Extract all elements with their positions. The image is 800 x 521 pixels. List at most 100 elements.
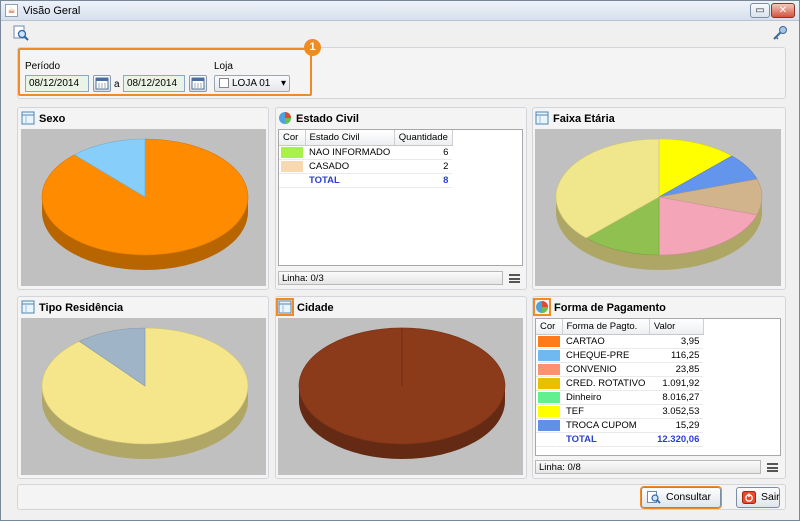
label-cell: TEF bbox=[562, 404, 650, 419]
color-swatch bbox=[538, 349, 560, 361]
table-row[interactable]: CARTAO 3,95 bbox=[536, 334, 704, 349]
col-header-quantidade[interactable]: Quantidade bbox=[394, 130, 453, 146]
grid-chart-icon bbox=[535, 111, 549, 125]
estado-civil-status: Linha: 0/3 bbox=[278, 271, 503, 285]
label-cell: TROCA CUPOM bbox=[562, 418, 650, 433]
grid-chart-icon bbox=[276, 298, 294, 316]
value-cell: 23,85 bbox=[649, 362, 704, 377]
value-cell: 8 bbox=[394, 173, 453, 188]
total-row[interactable]: TOTAL 8 bbox=[279, 173, 453, 188]
label-cell: TOTAL bbox=[562, 432, 650, 447]
color-cell bbox=[536, 390, 562, 405]
value-cell: 8.016,27 bbox=[649, 390, 704, 405]
pie-chart-icon bbox=[533, 298, 551, 316]
color-swatch bbox=[281, 160, 303, 172]
faixa-etaria-chart bbox=[535, 129, 781, 286]
color-cell bbox=[536, 362, 562, 377]
color-swatch bbox=[538, 377, 560, 389]
faixa-etaria-title: Faixa Etária bbox=[553, 113, 615, 125]
forma-pagamento-grid[interactable]: Cor Forma de Pagto. Valor CARTAO 3,95 CHEQ… bbox=[535, 318, 781, 456]
table-row[interactable]: Dinheiro 8.016,27 bbox=[536, 390, 704, 405]
estado-civil-grid[interactable]: Cor Estado Civil Quantidade NAO INFORMAD… bbox=[278, 129, 523, 266]
value-cell: 3.052,53 bbox=[649, 404, 704, 419]
date-to-input[interactable]: 08/12/2014 bbox=[123, 75, 185, 92]
color-cell bbox=[536, 418, 562, 433]
close-button[interactable]: ✕ bbox=[771, 3, 795, 18]
date-from-input[interactable]: 08/12/2014 bbox=[25, 75, 89, 92]
store-select-value: LOJA 01 bbox=[232, 78, 271, 89]
key-icon[interactable] bbox=[772, 25, 788, 41]
power-icon bbox=[742, 491, 756, 504]
chevron-down-icon: ▾ bbox=[280, 78, 286, 89]
search-icon bbox=[647, 491, 661, 504]
menu-icon[interactable] bbox=[509, 274, 520, 283]
col-header-cor[interactable]: Cor bbox=[279, 130, 306, 146]
value-cell: 12.320,06 bbox=[649, 432, 704, 447]
menu-icon[interactable] bbox=[767, 463, 778, 472]
color-swatch bbox=[281, 146, 303, 158]
col-header-valor[interactable]: Valor bbox=[649, 319, 704, 335]
col-header-cor[interactable]: Cor bbox=[536, 319, 563, 335]
label-cell: TOTAL bbox=[305, 173, 395, 188]
grid-chart-icon bbox=[21, 300, 35, 314]
forma-pagamento-status: Linha: 0/8 bbox=[535, 460, 761, 474]
sexo-title: Sexo bbox=[39, 113, 66, 125]
col-header-forma-pagto[interactable]: Forma de Pagto. bbox=[562, 319, 650, 335]
forma-pagamento-title: Forma de Pagamento bbox=[554, 302, 666, 314]
consultar-label: Consultar bbox=[666, 491, 711, 503]
consultar-button[interactable]: Consultar bbox=[640, 486, 722, 509]
main-window: ☕ Visão Geral ▭ ✕ 1 Período 08/12/2014 a… bbox=[0, 0, 800, 521]
color-cell bbox=[279, 173, 305, 188]
pie-chart-icon bbox=[279, 112, 291, 124]
label-cell: NAO INFORMADO bbox=[305, 145, 395, 160]
color-cell bbox=[536, 404, 562, 419]
table-row[interactable]: TEF 3.052,53 bbox=[536, 404, 704, 419]
store-label: Loja bbox=[214, 61, 233, 72]
label-cell: CARTAO bbox=[562, 334, 650, 349]
calendar-icon bbox=[95, 77, 109, 90]
date-separator: a bbox=[114, 79, 120, 90]
value-cell: 116,25 bbox=[649, 348, 704, 363]
table-row[interactable]: NAO INFORMADO 6 bbox=[279, 145, 453, 160]
app-icon: ☕ bbox=[5, 4, 18, 17]
label-cell: CRED. ROTATIVO bbox=[562, 376, 650, 391]
store-checkbox[interactable] bbox=[219, 78, 229, 88]
table-row[interactable]: CRED. ROTATIVO 1.091,92 bbox=[536, 376, 704, 391]
value-cell: 15,29 bbox=[649, 418, 704, 433]
calendar-icon bbox=[191, 77, 205, 90]
search-icon[interactable] bbox=[13, 25, 29, 41]
date-from-calendar-button[interactable] bbox=[93, 75, 111, 92]
color-cell bbox=[279, 145, 305, 160]
table-row[interactable]: CASADO 2 bbox=[279, 159, 453, 174]
date-to-calendar-button[interactable] bbox=[189, 75, 207, 92]
col-header-estado-civil[interactable]: Estado Civil bbox=[305, 130, 395, 146]
sair-button[interactable]: Sair bbox=[736, 487, 780, 508]
grid-chart-icon bbox=[21, 111, 35, 125]
color-cell bbox=[536, 348, 562, 363]
annotation-badge: 1 bbox=[304, 39, 321, 56]
color-swatch bbox=[538, 363, 560, 375]
cidade-chart bbox=[278, 318, 523, 475]
label-cell: Dinheiro bbox=[562, 390, 650, 405]
color-swatch bbox=[538, 335, 560, 347]
store-select[interactable]: LOJA 01 ▾ bbox=[214, 75, 290, 92]
color-cell bbox=[536, 432, 562, 447]
value-cell: 3,95 bbox=[649, 334, 704, 349]
estado-civil-title: Estado Civil bbox=[296, 113, 359, 125]
total-row[interactable]: TOTAL 12.320,06 bbox=[536, 432, 704, 447]
value-cell: 1.091,92 bbox=[649, 376, 704, 391]
sair-label: Sair bbox=[761, 491, 780, 503]
color-swatch bbox=[538, 391, 560, 403]
minimize-button[interactable]: ▭ bbox=[750, 3, 770, 18]
table-row[interactable]: CONVENIO 23,85 bbox=[536, 362, 704, 377]
table-row[interactable]: TROCA CUPOM 15,29 bbox=[536, 418, 704, 433]
color-swatch bbox=[538, 433, 560, 445]
color-swatch bbox=[281, 174, 303, 186]
sexo-chart bbox=[21, 129, 266, 286]
label-cell: CASADO bbox=[305, 159, 395, 174]
tipo-residencia-chart bbox=[21, 318, 266, 475]
table-row[interactable]: CHEQUE-PRE 116,25 bbox=[536, 348, 704, 363]
period-label: Período bbox=[25, 61, 61, 72]
cidade-title: Cidade bbox=[297, 302, 334, 314]
color-cell bbox=[536, 376, 562, 391]
